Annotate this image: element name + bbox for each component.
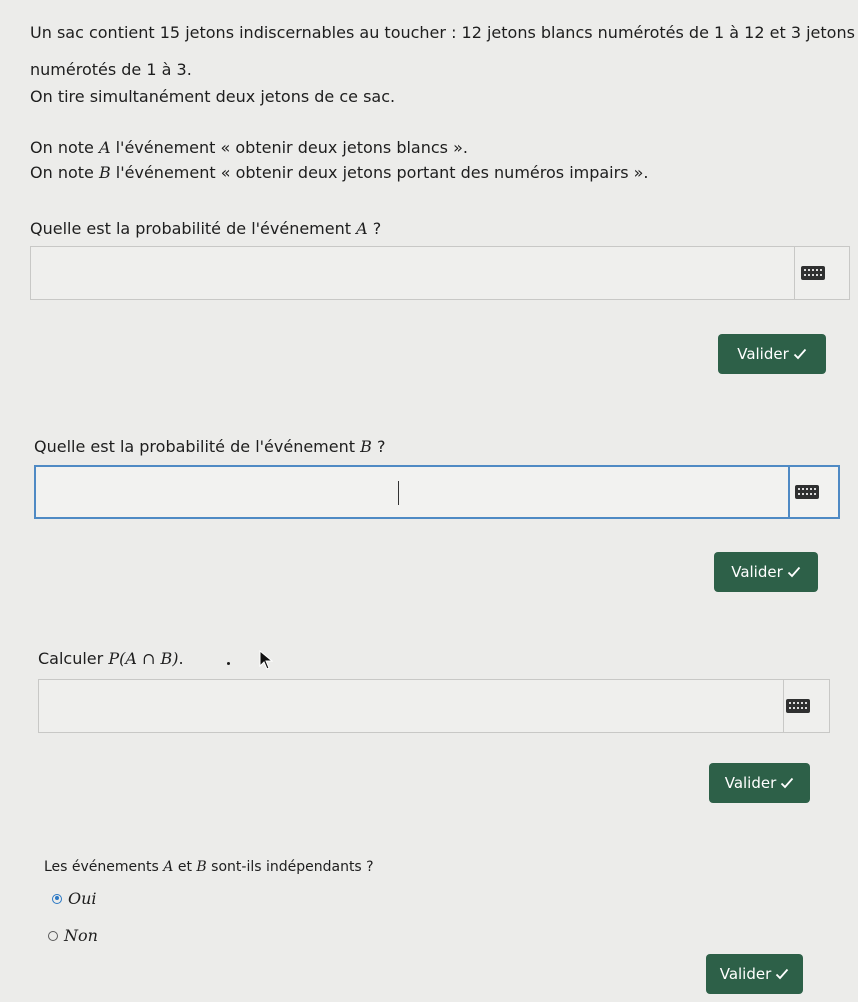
validate-independence-button[interactable]: Valider [706,954,803,994]
validate-b-label: Valider [731,563,783,581]
validate-independence-label: Valider [719,965,772,983]
event-b-prefix: On note [30,163,99,182]
stray-dot [227,662,230,665]
keyboard-icon [795,485,819,499]
validate-intersection-label: Valider [724,774,777,792]
event-a-definition: On note A l'événement « obtenir deux jet… [30,137,468,159]
answer-a-input[interactable] [31,247,795,299]
event-b-symbol: B [98,163,111,182]
keyboard-icon [801,266,825,280]
event-a-text: l'événement « obtenir deux jetons blancs… [110,138,468,157]
question-intersection-text: Calculer [38,649,109,668]
statement-line-1: Un sac contient 15 jetons indiscernables… [30,23,858,42]
statement-line-3: On tire simultanément deux jetons de ce … [30,87,396,106]
check-icon [780,776,794,790]
answer-b-box [34,465,840,519]
answer-intersection-input[interactable] [39,680,784,732]
question-independence-text: Les événements [44,859,164,875]
event-b-definition: On note B l'événement « obtenir deux jet… [30,162,649,184]
independence-symbol-b: B [196,859,207,875]
text-caret [398,481,399,505]
independence-conjunction: et [173,859,197,875]
intersection-expression: P(A ∩ B) [108,649,179,668]
keyboard-b-button[interactable] [776,467,838,517]
radio-button-selected[interactable] [52,893,62,904]
question-a-label: Quelle est la probabilité de l'événement… [30,218,381,240]
question-b-symbol: B [360,437,372,456]
event-a-symbol: A [98,138,111,157]
keyboard-intersection-button[interactable] [767,680,829,732]
answer-b-input[interactable] [36,467,790,517]
radio-button-unselected[interactable] [48,930,58,941]
keyboard-a-button[interactable] [777,247,849,299]
question-intersection-suffix: . [178,649,184,668]
event-a-prefix: On note [30,138,99,157]
question-independence-label: Les événements A et B sont-ils indépenda… [44,856,374,878]
answer-a-box [30,246,850,300]
radio-label-non: Non [64,926,98,945]
validate-intersection-button[interactable]: Valider [709,763,810,803]
validate-a-label: Valider [737,345,789,363]
keyboard-icon [786,699,810,713]
question-intersection-label: Calculer P(A ∩ B). [38,648,184,670]
check-icon [787,565,801,579]
answer-intersection-box [38,679,830,733]
mouse-pointer-icon [259,650,273,670]
validate-a-button[interactable]: Valider [718,334,826,374]
independence-symbol-a: A [163,859,174,875]
radio-option-oui[interactable]: Oui [52,889,97,908]
question-a-symbol: A [356,219,368,238]
check-icon [775,967,789,981]
statement-line-2: numérotés de 1 à 3. [30,60,192,79]
question-a-suffix: ? [367,219,382,238]
radio-option-non[interactable]: Non [48,926,98,945]
validate-b-button[interactable]: Valider [714,552,818,592]
question-independence-suffix: sont-ils indépendants ? [206,859,374,875]
question-b-suffix: ? [371,437,386,456]
question-b-label: Quelle est la probabilité de l'événement… [34,436,385,458]
question-a-text: Quelle est la probabilité de l'événement [30,219,357,238]
question-b-text: Quelle est la probabilité de l'événement [34,437,361,456]
event-b-text: l'événement « obtenir deux jetons portan… [110,163,649,182]
check-icon [793,347,807,361]
radio-label-oui: Oui [68,889,97,908]
